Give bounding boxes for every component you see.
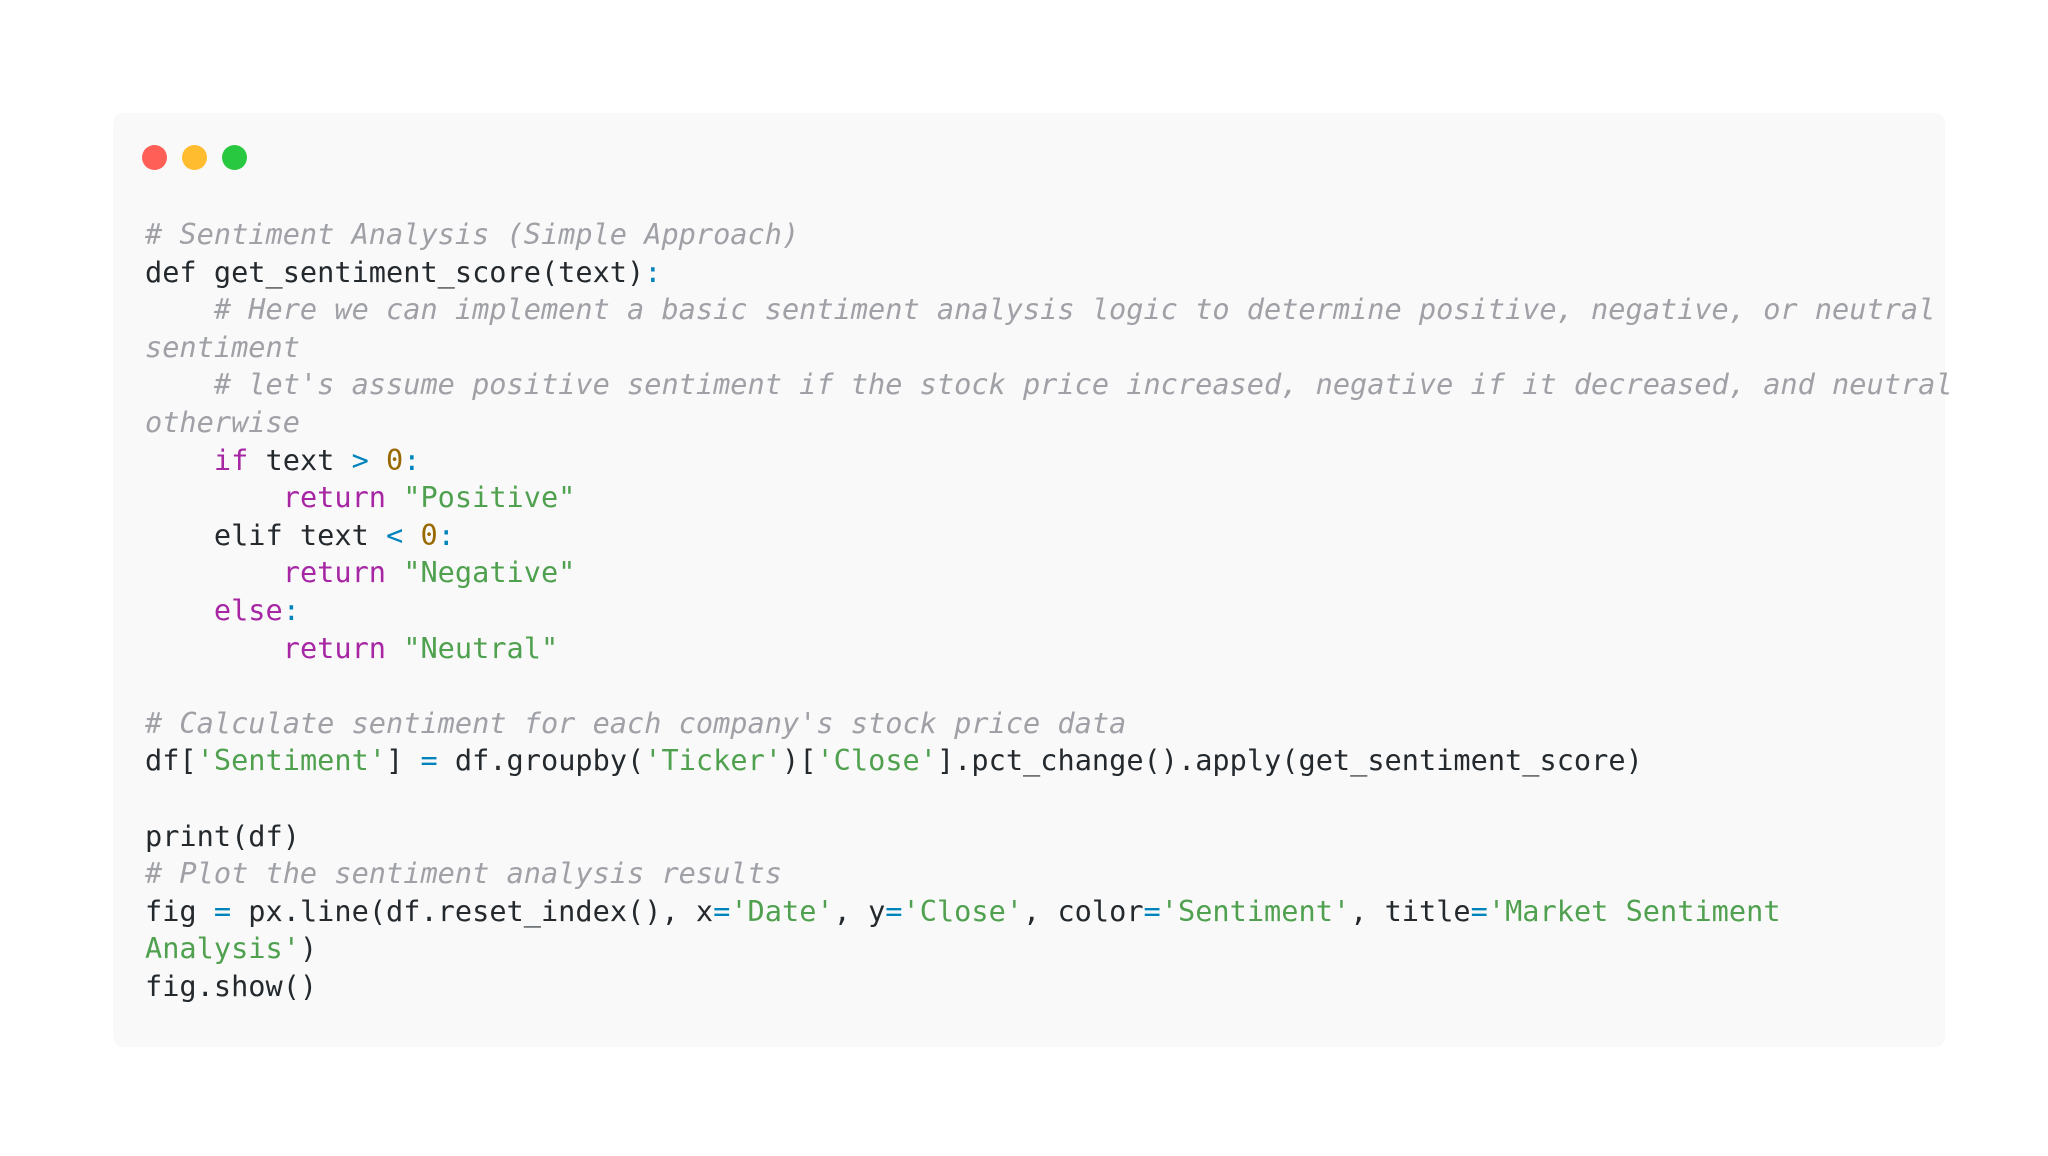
code-token-plain: fig	[145, 893, 214, 928]
code-token-operator: :	[644, 254, 662, 289]
minimize-button[interactable]	[182, 145, 207, 170]
code-token-plain: , color	[1023, 893, 1144, 928]
code-token-plain: ].pct_change().apply(get_sentiment_score…	[936, 743, 1643, 778]
code-line: # let's assume positive sentiment if the…	[145, 366, 1953, 404]
code-token-plain: )	[299, 931, 318, 966]
code-token-operator: =	[1143, 893, 1161, 928]
code-token-plain: )[	[782, 743, 817, 778]
code-line: # Plot the sentiment analysis results	[145, 855, 1920, 893]
code-line: elif text < 0:	[145, 517, 1920, 555]
code-token-plain: fig.show()	[145, 968, 318, 1003]
code-token-plain: print(df)	[145, 818, 300, 853]
code-line: return "Positive"	[145, 479, 1920, 517]
code-token-comment: # Sentiment Analysis (Simple Approach)	[145, 217, 800, 251]
code-token-comment: # Plot the sentiment analysis results	[145, 856, 782, 891]
code-token-operator: =	[885, 893, 903, 928]
code-line: def get_sentiment_score(text):	[145, 254, 1920, 292]
code-line: sentiment	[145, 329, 1920, 367]
code-token-comment: # Calculate sentiment for each company's…	[145, 705, 1127, 740]
code-token-string: 'Date'	[730, 893, 834, 928]
code-window: # Sentiment Analysis (Simple Approach) de…	[113, 113, 1953, 1047]
code-token-comment: otherwise	[145, 404, 300, 439]
code-line: print(df)	[145, 818, 1920, 856]
code-token-operator: =	[420, 743, 438, 778]
code-line: fig = px.line(df.reset_index(), x='Date'…	[145, 893, 1920, 931]
code-token-string: 'Sentiment'	[1160, 893, 1351, 928]
code-token-plain: , y	[833, 893, 886, 928]
code-line: return "Neutral"	[145, 630, 1920, 668]
maximize-button[interactable]	[222, 145, 247, 170]
code-token-keyword: return	[282, 480, 387, 515]
close-button[interactable]	[142, 145, 167, 170]
code-token-comment: # Here we can implement a basic sentimen…	[145, 292, 1936, 327]
code-line: df['Sentiment'] = df.groupby('Ticker')['…	[145, 742, 1920, 780]
code-token-operator: >	[351, 442, 369, 477]
code-token-plain: df[	[145, 743, 197, 778]
code-token-operator: =	[1470, 893, 1488, 928]
code-token-keyword: return	[282, 555, 387, 590]
code-token-operator: :	[403, 442, 421, 477]
code-line: else:	[145, 592, 1920, 630]
code-token-plain: def get_sentiment_score(text)	[145, 254, 645, 289]
code-token-comment: sentiment	[145, 329, 300, 364]
code-token-string: 'Sentiment'	[196, 743, 387, 778]
code-line: Analysis')	[145, 930, 1920, 968]
code-token-string: 'Close'	[816, 743, 937, 778]
code-token-operator: =	[213, 893, 232, 928]
code-line: # Sentiment Analysis (Simple Approach)	[145, 216, 1920, 254]
code-token-number: 0	[386, 442, 404, 477]
code-token-string: 'Market Sentiment	[1487, 893, 1781, 928]
code-line: fig.show()	[145, 968, 1920, 1006]
code-block[interactable]: # Sentiment Analysis (Simple Approach) de…	[145, 216, 1953, 1006]
code-token-string: "Positive"	[403, 480, 576, 515]
code-token-operator: :	[437, 517, 455, 552]
code-line: return "Negative"	[145, 554, 1920, 592]
code-token-keyword: if	[213, 442, 249, 477]
code-token-operator: :	[282, 592, 300, 627]
window-controls	[142, 145, 247, 170]
code-token-plain: text	[248, 442, 352, 477]
code-token-string: "Neutral"	[403, 630, 559, 665]
code-token-operator: <	[386, 517, 404, 552]
code-token-plain: px.line(df.reset_index(), x	[231, 893, 714, 928]
code-token-string: 'Ticker'	[644, 743, 783, 778]
code-line: # Calculate sentiment for each company's…	[145, 705, 1920, 743]
code-token-comment: # let's assume positive sentiment if the…	[145, 367, 1953, 402]
code-token-keyword: return	[282, 630, 387, 665]
code-token-plain: ]	[386, 743, 421, 778]
code-token-string: Analysis'	[145, 931, 300, 966]
code-token-plain: , title	[1350, 893, 1471, 928]
code-token-number: 0	[420, 517, 438, 552]
code-token-operator: =	[713, 893, 731, 928]
code-token-string: "Negative"	[403, 555, 576, 590]
code-line: otherwise	[145, 404, 1920, 442]
code-line: if text > 0:	[145, 442, 1920, 480]
code-token-string: 'Close'	[902, 893, 1024, 928]
code-token-plain: elif text	[145, 517, 387, 552]
code-line: # Here we can implement a basic sentimen…	[145, 291, 1936, 329]
code-token-plain: df.groupby(	[437, 743, 645, 778]
code-token-keyword: else	[213, 592, 283, 627]
